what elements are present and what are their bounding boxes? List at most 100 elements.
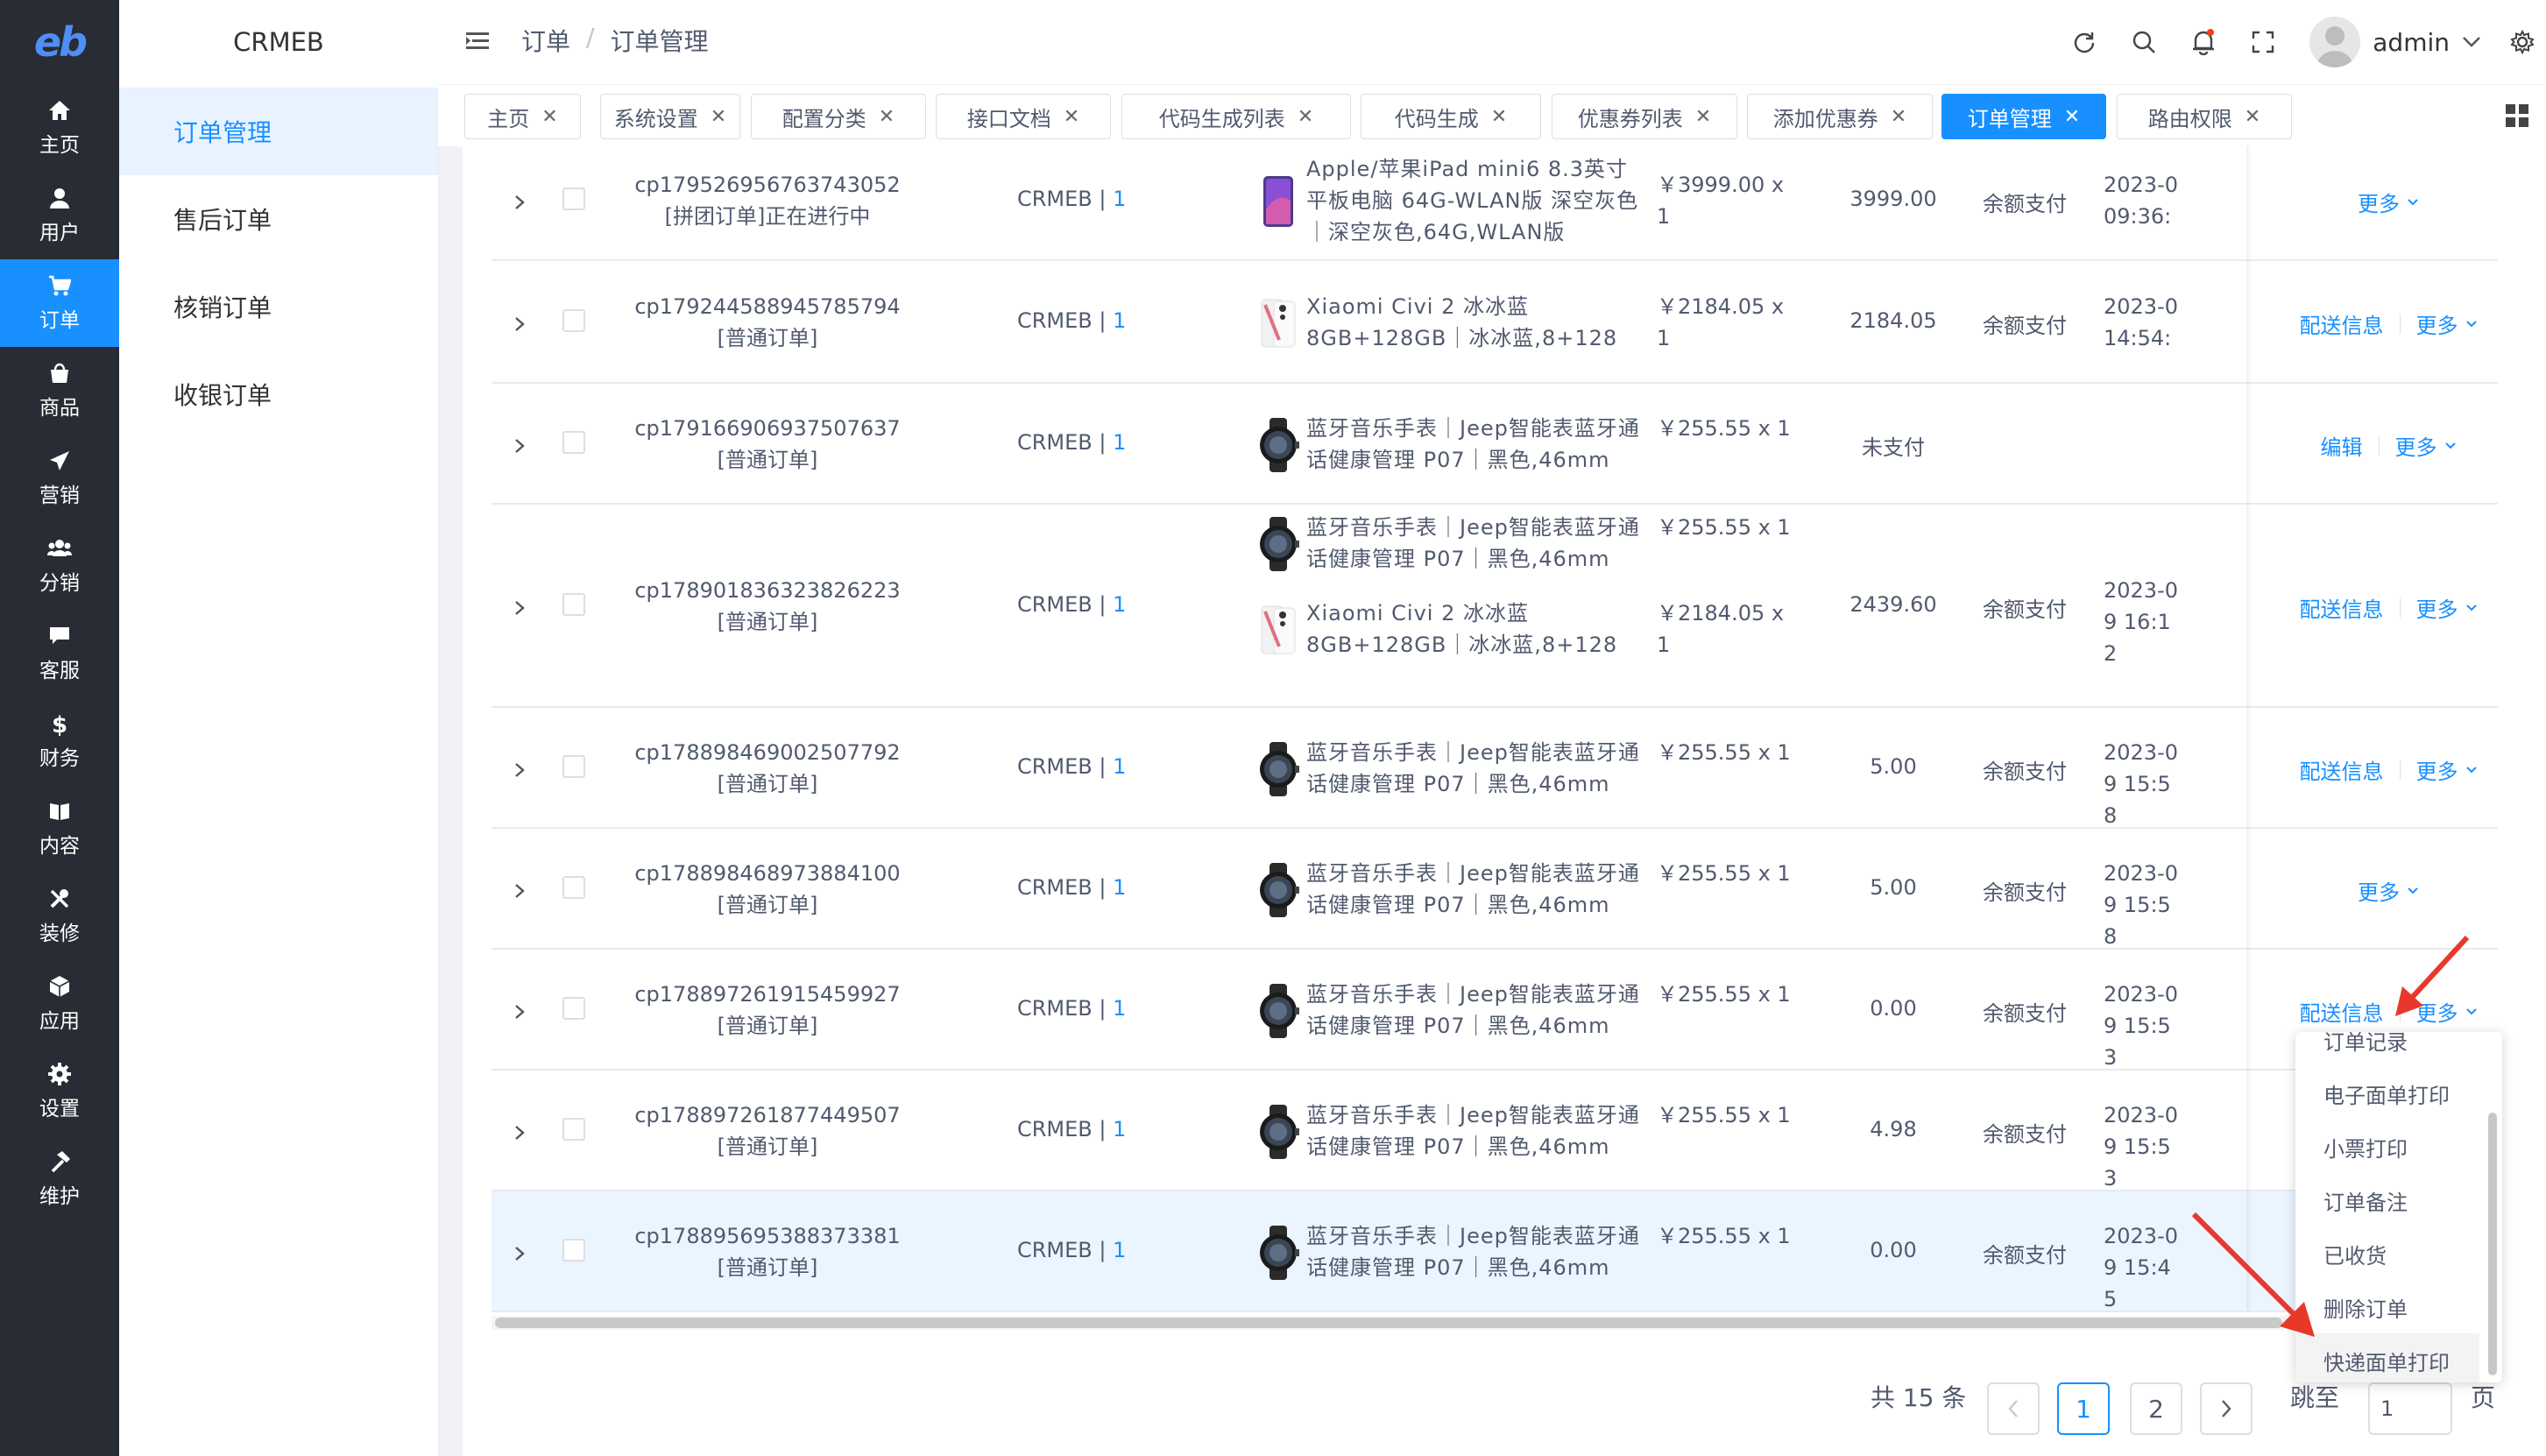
expand-chevron-icon[interactable] xyxy=(511,315,528,333)
row-checkbox[interactable] xyxy=(562,593,585,616)
product-thumbnail[interactable] xyxy=(1256,1226,1300,1280)
sub-menu-item[interactable]: 订单管理 xyxy=(119,88,438,175)
product-thumbnail[interactable] xyxy=(1256,863,1300,917)
rail-item[interactable]: 装修 xyxy=(0,873,119,960)
table-row[interactable]: cp179244588945785794 [普通订单] CRMEB | 1 Xiaom… xyxy=(492,261,2498,384)
search-icon[interactable] xyxy=(2131,29,2157,55)
close-icon[interactable]: ✕ xyxy=(1695,106,1711,128)
page-button[interactable]: 1 xyxy=(2057,1382,2110,1435)
user-id-link[interactable]: 1 xyxy=(1113,308,1126,333)
chevron-down-icon[interactable] xyxy=(2458,29,2485,55)
close-icon[interactable]: ✕ xyxy=(1064,106,1079,128)
expand-chevron-icon[interactable] xyxy=(511,437,528,455)
rail-item[interactable]: 用户 xyxy=(0,172,119,259)
next-page-button[interactable] xyxy=(2200,1382,2253,1435)
row-action-link[interactable]: 编辑 xyxy=(2321,430,2363,461)
tab-tag[interactable]: 代码生成 ✕ xyxy=(1361,94,1541,139)
prev-page-button[interactable] xyxy=(1987,1382,2040,1435)
close-icon[interactable]: ✕ xyxy=(2064,106,2080,128)
table-row[interactable]: cp178898469002507792 [普通订单] CRMEB | 1 蓝牙音乐手… xyxy=(492,708,2498,829)
rail-item[interactable]: 主页 xyxy=(0,84,119,172)
product-thumbnail[interactable] xyxy=(1256,174,1300,229)
expand-chevron-icon[interactable] xyxy=(511,1003,528,1021)
rail-item[interactable]: 应用 xyxy=(0,960,119,1048)
expand-chevron-icon[interactable] xyxy=(511,1124,528,1141)
more-button[interactable]: 更多 xyxy=(2416,308,2478,339)
rail-item[interactable]: 内容 xyxy=(0,785,119,873)
dropdown-item[interactable]: 小票打印 xyxy=(2295,1120,2479,1174)
row-checkbox[interactable] xyxy=(562,187,585,210)
product-thumbnail[interactable] xyxy=(1256,742,1300,796)
app-logo[interactable]: eb xyxy=(0,0,119,84)
product-thumbnail[interactable] xyxy=(1256,517,1300,571)
row-checkbox[interactable] xyxy=(562,997,585,1020)
more-button[interactable]: 更多 xyxy=(2358,875,2419,906)
avatar[interactable] xyxy=(2309,17,2361,67)
user-id-link[interactable]: 1 xyxy=(1113,996,1126,1021)
rail-item[interactable]: 设置 xyxy=(0,1048,119,1135)
rail-item[interactable]: 营销 xyxy=(0,435,119,522)
more-button[interactable]: 更多 xyxy=(2358,187,2419,217)
table-row[interactable]: cp178901836323826223 [普通订单] CRMEB | 1 蓝牙音乐手… xyxy=(492,505,2498,708)
tab-tag[interactable]: 优惠券列表 ✕ xyxy=(1552,94,1737,139)
expand-chevron-icon[interactable] xyxy=(511,599,528,617)
sub-menu-item[interactable]: 核销订单 xyxy=(119,263,438,350)
dropdown-item[interactable]: 电子面单打印 xyxy=(2295,1066,2479,1120)
tab-tag[interactable]: 订单管理 ✕ xyxy=(1941,94,2106,139)
close-icon[interactable]: ✕ xyxy=(1491,106,1507,128)
more-button[interactable]: 更多 xyxy=(2416,592,2478,623)
row-checkbox[interactable] xyxy=(562,431,585,454)
jump-page-input[interactable]: 1 xyxy=(2368,1382,2452,1435)
user-id-link[interactable]: 1 xyxy=(1113,1117,1126,1141)
row-checkbox[interactable] xyxy=(562,1118,585,1141)
scrollbar-thumb[interactable] xyxy=(495,1318,2282,1328)
table-row[interactable]: cp178898468973884100 [普通订单] CRMEB | 1 蓝牙音乐手… xyxy=(492,829,2498,950)
user-id-link[interactable]: 1 xyxy=(1113,1238,1126,1262)
close-icon[interactable]: ✕ xyxy=(711,106,726,128)
menu-toggle-icon[interactable] xyxy=(464,28,491,54)
bell-icon[interactable] xyxy=(2190,29,2217,55)
close-icon[interactable]: ✕ xyxy=(2245,106,2260,128)
rail-item[interactable]: 维护 xyxy=(0,1135,119,1223)
tab-tag[interactable]: 主页 ✕ xyxy=(464,94,581,139)
product-thumbnail[interactable] xyxy=(1256,984,1300,1038)
close-icon[interactable]: ✕ xyxy=(541,106,557,128)
rail-item[interactable]: 分销 xyxy=(0,522,119,610)
row-checkbox[interactable] xyxy=(562,755,585,778)
table-row[interactable]: cp178897261877449507 [普通订单] CRMEB | 1 蓝牙音乐手… xyxy=(492,1071,2498,1191)
tab-tag[interactable]: 添加优惠券 ✕ xyxy=(1747,94,1933,139)
expand-chevron-icon[interactable] xyxy=(511,761,528,779)
product-thumbnail[interactable] xyxy=(1256,603,1300,657)
table-row[interactable]: cp179526956763743052 [拼团订单]正在进行中 CRMEB | 1… xyxy=(492,145,2498,261)
user-id-link[interactable]: 1 xyxy=(1113,754,1126,779)
user-id-link[interactable]: 1 xyxy=(1113,430,1126,455)
expand-chevron-icon[interactable] xyxy=(511,194,528,211)
rail-item[interactable]: $ 财务 xyxy=(0,697,119,785)
row-action-link[interactable]: 配送信息 xyxy=(2300,308,2384,339)
row-action-link[interactable]: 配送信息 xyxy=(2300,996,2384,1027)
close-icon[interactable]: ✕ xyxy=(1891,106,1906,128)
dropdown-scrollbar[interactable] xyxy=(2488,1113,2497,1375)
refresh-icon[interactable] xyxy=(2071,29,2097,55)
product-thumbnail[interactable] xyxy=(1256,418,1300,472)
breadcrumb-item[interactable]: 订单 xyxy=(521,23,570,58)
more-button[interactable]: 更多 xyxy=(2416,754,2478,785)
tab-tag[interactable]: 系统设置 ✕ xyxy=(600,94,740,139)
row-action-link[interactable]: 配送信息 xyxy=(2300,754,2384,785)
row-checkbox[interactable] xyxy=(562,876,585,899)
table-row[interactable]: cp179166906937507637 [普通订单] CRMEB | 1 蓝牙音乐手… xyxy=(492,384,2498,505)
fullscreen-icon[interactable] xyxy=(2250,29,2276,55)
username[interactable]: admin xyxy=(2373,28,2450,57)
rail-item[interactable]: 客服 xyxy=(0,610,119,697)
settings-gear-icon[interactable] xyxy=(2509,29,2535,55)
grid-menu-icon[interactable] xyxy=(2506,104,2528,127)
page-button[interactable]: 2 xyxy=(2130,1382,2182,1435)
dropdown-item[interactable]: 订单记录 xyxy=(2295,1032,2479,1067)
row-checkbox[interactable] xyxy=(562,1239,585,1262)
expand-chevron-icon[interactable] xyxy=(511,1245,528,1262)
row-action-link[interactable]: 配送信息 xyxy=(2300,592,2384,623)
sub-menu-item[interactable]: 收银订单 xyxy=(119,350,438,438)
rail-item[interactable]: 商品 xyxy=(0,347,119,435)
row-checkbox[interactable] xyxy=(562,309,585,332)
product-thumbnail[interactable] xyxy=(1256,1105,1300,1159)
